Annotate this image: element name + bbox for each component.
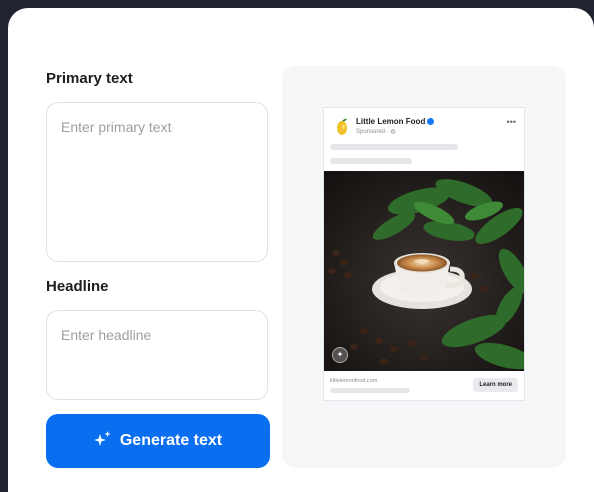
ad-preview-post: Little Lemon Food Sponsored · ◍ ••• ✦ li…	[323, 107, 525, 401]
primary-text-input[interactable]	[47, 103, 267, 261]
more-icon[interactable]: •••	[507, 117, 516, 127]
ad-sponsored-text: Sponsored ·	[356, 129, 391, 135]
ai-image-badge-icon[interactable]: ✦	[332, 347, 348, 363]
ad-image: ✦	[324, 171, 524, 371]
skeleton-line	[330, 388, 410, 393]
skeleton-line	[330, 144, 458, 150]
lemon-logo-icon	[334, 118, 350, 136]
globe-icon: ◍	[390, 129, 396, 135]
ad-page-name: Little Lemon Food	[356, 117, 435, 126]
ad-sponsored-label: Sponsored · ◍	[356, 128, 396, 135]
ad-page-name-text: Little Lemon Food	[356, 117, 426, 126]
sparkle-icon	[93, 430, 112, 452]
verified-badge-icon	[427, 118, 435, 125]
headline-field[interactable]	[46, 310, 268, 400]
headline-label: Headline	[46, 278, 109, 295]
learn-more-button[interactable]: Learn more	[473, 378, 518, 392]
ad-url: littlelemonfood.com	[330, 378, 378, 384]
coffee-photo	[324, 171, 524, 371]
generate-text-button[interactable]: Generate text	[46, 414, 270, 468]
generate-text-label: Generate text	[119, 432, 223, 449]
skeleton-line	[330, 158, 412, 164]
primary-text-field[interactable]	[46, 102, 268, 262]
headline-input[interactable]	[47, 311, 267, 399]
primary-text-label: Primary text	[46, 70, 133, 87]
